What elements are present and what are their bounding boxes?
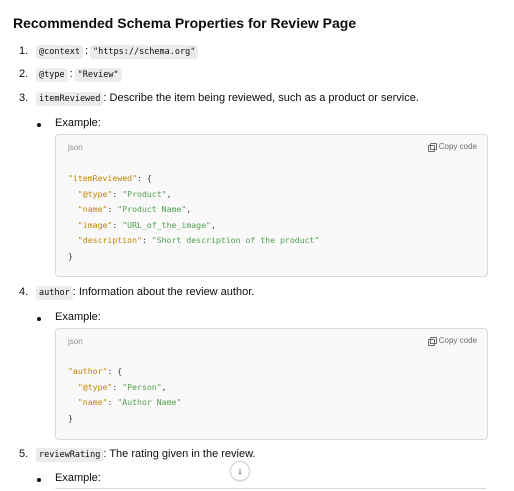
code-string: "Author Name" bbox=[117, 397, 182, 407]
list-number: 1. bbox=[19, 45, 29, 57]
code-punctuation: : bbox=[107, 204, 118, 214]
code-punctuation: } bbox=[68, 412, 73, 423]
copy-code-label: Copy code bbox=[438, 336, 477, 345]
code-punctuation: : bbox=[141, 235, 152, 245]
inline-code-author: author bbox=[36, 286, 73, 300]
inline-code-context: @context bbox=[36, 45, 83, 59]
code-punctuation: , bbox=[210, 219, 216, 230]
copy-icon bbox=[427, 336, 437, 346]
code-punctuation bbox=[68, 382, 78, 392]
code-punctuation: : bbox=[112, 381, 123, 392]
code-line: "name": "Product Name", bbox=[68, 202, 319, 218]
inline-code-type: @type bbox=[36, 68, 68, 82]
bullet-icon bbox=[37, 317, 41, 321]
copy-code-button[interactable]: Copy code bbox=[427, 336, 477, 346]
list-number: 5. bbox=[19, 448, 29, 460]
bullet-icon bbox=[37, 123, 41, 127]
code-key: "itemReviewed" bbox=[68, 173, 138, 183]
list-number: 4. bbox=[19, 286, 29, 298]
code-block-top-edge bbox=[55, 488, 486, 489]
code-punctuation: : bbox=[107, 397, 118, 407]
page-title: Recommended Schema Properties for Review… bbox=[13, 15, 357, 31]
list-item-item-reviewed: 3. itemReviewed: Describe the item being… bbox=[0, 90, 514, 106]
copy-icon bbox=[427, 142, 437, 152]
copy-code-button[interactable]: Copy code bbox=[427, 142, 477, 152]
copy-code-label: Copy code bbox=[438, 142, 477, 151]
code-string: "Product" bbox=[122, 188, 167, 199]
code-string: "Short description of the product" bbox=[151, 235, 320, 245]
list-item-type: 2. @type: "Review" bbox=[0, 66, 514, 82]
item-description: : Describe the item being reviewed, such… bbox=[103, 92, 419, 104]
code-string: "Product Name" bbox=[117, 204, 187, 214]
code-language-label: json bbox=[68, 143, 83, 152]
code-line: "name": "Author Name" bbox=[68, 395, 182, 411]
scroll-to-bottom-button[interactable]: ↓ bbox=[230, 461, 250, 481]
inline-code-value: "https://schema.org" bbox=[90, 45, 199, 59]
separator: : bbox=[84, 45, 89, 57]
inline-code-review-rating: reviewRating bbox=[36, 448, 104, 462]
code-line: "image": "URL_of_the_image", bbox=[68, 218, 319, 234]
code-punctuation: : { bbox=[107, 366, 123, 376]
code-key: "name" bbox=[77, 204, 108, 214]
code-line: "@type": "Product", bbox=[68, 187, 319, 203]
code-language-label: json bbox=[68, 337, 83, 346]
code-punctuation: : bbox=[112, 188, 123, 199]
code-punctuation: , bbox=[186, 204, 192, 214]
list-number: 3. bbox=[19, 92, 29, 104]
code-line: "description": "Short description of the… bbox=[68, 233, 320, 249]
code-line: } bbox=[68, 249, 319, 265]
example-label: Example: bbox=[55, 472, 101, 484]
code-punctuation bbox=[68, 204, 78, 214]
code-content: "itemReviewed": { "@type": "Product", "n… bbox=[68, 171, 319, 264]
separator: : bbox=[69, 68, 73, 80]
inline-code-item-reviewed: itemReviewed bbox=[36, 92, 104, 106]
code-punctuation bbox=[68, 189, 78, 199]
code-line: "author": { bbox=[68, 364, 181, 380]
code-punctuation: , bbox=[161, 381, 167, 392]
code-punctuation: , bbox=[166, 188, 172, 199]
code-punctuation: : bbox=[112, 219, 123, 230]
code-punctuation: } bbox=[68, 250, 73, 261]
code-key: "image" bbox=[77, 219, 113, 230]
code-punctuation bbox=[68, 235, 78, 245]
item-description: : The rating given in the review. bbox=[103, 448, 256, 460]
code-string: "Person" bbox=[122, 381, 162, 392]
code-key: "@type" bbox=[77, 188, 113, 199]
example-label: Example: bbox=[55, 311, 101, 323]
code-key: "description" bbox=[77, 235, 142, 245]
code-key: "author" bbox=[68, 366, 108, 376]
list-item-context: 1. @context: "https://schema.org" bbox=[0, 43, 514, 59]
list-number: 2. bbox=[19, 68, 29, 80]
code-string: "URL_of_the_image" bbox=[122, 219, 211, 230]
code-key: "name" bbox=[77, 397, 108, 407]
example-label: Example: bbox=[55, 117, 101, 129]
list-item-author: 4. author: Information about the review … bbox=[0, 284, 514, 300]
inline-code-value: "Review" bbox=[74, 68, 122, 82]
code-line: } bbox=[68, 411, 181, 427]
code-punctuation bbox=[68, 220, 78, 230]
code-content: "author": { "@type": "Person", "name": "… bbox=[68, 364, 181, 426]
code-key: "@type" bbox=[77, 381, 113, 392]
item-description: : Information about the review author. bbox=[72, 286, 255, 298]
list-item-review-rating: 5. reviewRating: The rating given in the… bbox=[0, 446, 514, 462]
code-line: "itemReviewed": { bbox=[68, 171, 319, 187]
code-block-item-reviewed: json Copy code "itemReviewed": { "@type"… bbox=[55, 134, 488, 277]
bullet-icon bbox=[37, 478, 41, 482]
code-punctuation: : { bbox=[137, 173, 152, 183]
code-punctuation bbox=[68, 397, 78, 407]
code-block-author: json Copy code "author": { "@type": "Per… bbox=[55, 328, 488, 440]
arrow-down-icon: ↓ bbox=[237, 465, 243, 477]
code-line: "@type": "Person", bbox=[68, 380, 181, 396]
